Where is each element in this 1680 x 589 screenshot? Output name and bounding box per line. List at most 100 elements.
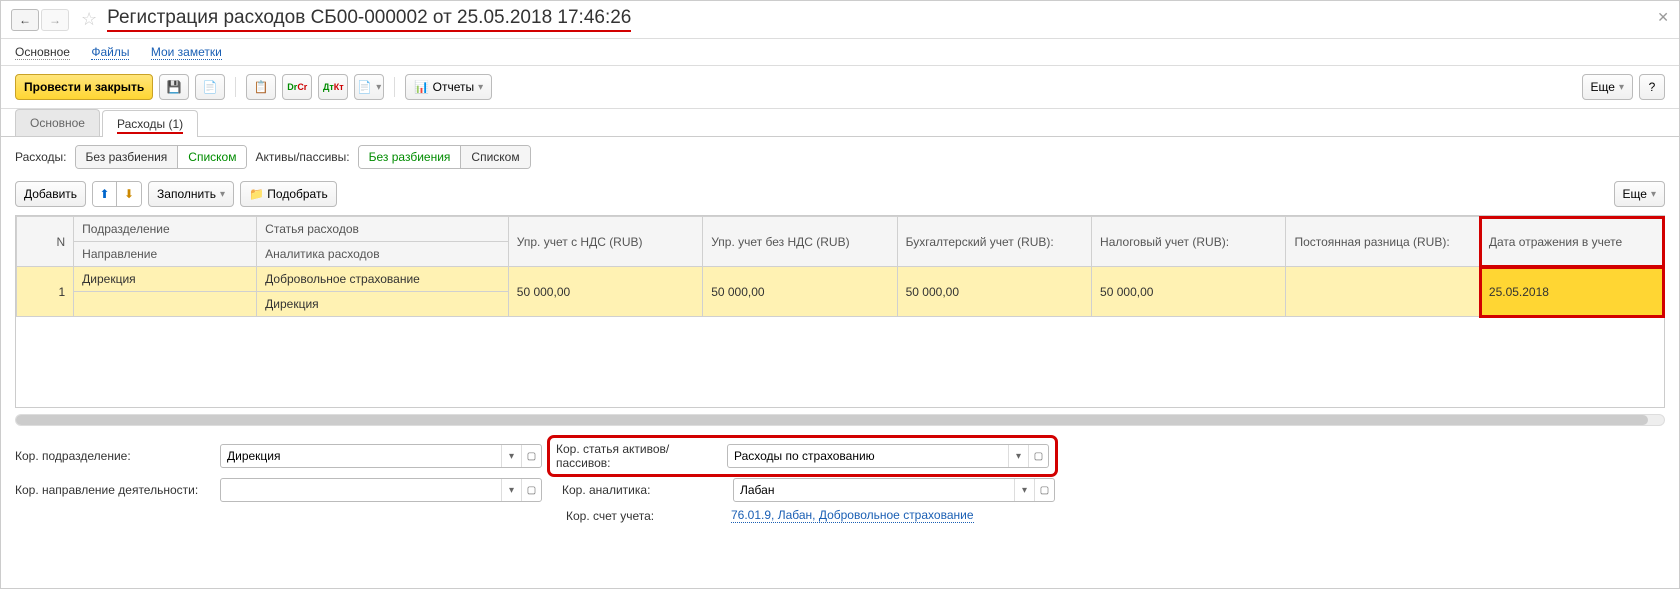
cell-n[interactable]: 1 [17,267,74,317]
col-department[interactable]: Подразделение [74,217,257,242]
report-icon [414,80,429,94]
post-button[interactable] [195,74,225,100]
favorite-star-icon[interactable]: ☆ [81,9,97,30]
structure-button[interactable] [246,74,276,100]
tabs: Основное Расходы (1) [1,109,1679,137]
cell-article[interactable]: Добровольное страхование [257,267,509,292]
pick-label: Подобрать [267,187,327,201]
header-bar: ← → ☆ Регистрация расходов СБ00-000002 о… [1,1,1679,39]
col-mgmt-novat[interactable]: Упр. учет без НДС (RUB) [703,217,897,267]
cell-date[interactable]: 25.05.2018 [1480,267,1663,317]
cell-diff[interactable] [1286,267,1480,317]
expenses-filter-label: Расходы: [15,150,67,164]
app-window: ← → ☆ Регистрация расходов СБ00-000002 о… [0,0,1680,589]
col-date[interactable]: Дата отражения в учете [1480,217,1663,267]
assets-filter-label: Активы/пассивы: [255,150,349,164]
move-down-button[interactable]: ⬇ [117,182,141,206]
save-icon [167,80,182,94]
col-analytics[interactable]: Аналитика расходов [257,242,509,267]
kor-art-input[interactable] [728,445,1008,467]
open-icon[interactable]: ▢ [1034,479,1054,501]
expenses-list-button[interactable]: Списком [178,146,246,168]
open-icon[interactable]: ▢ [521,445,541,467]
dropdown-icon[interactable]: ▾ [1008,445,1028,467]
cell-mgmt-vat[interactable]: 50 000,00 [508,267,702,317]
drcr-button[interactable]: DrCr [282,74,312,100]
col-n[interactable]: N [17,217,74,267]
kor-anal-input[interactable] [734,479,1014,501]
tab-main[interactable]: Основное [15,109,100,136]
separator [235,77,236,97]
kor-acc-link[interactable]: 76.01.9, Лабан, Добровольное страхование [731,508,974,523]
create-based-button[interactable]: 📄 [354,74,384,100]
cell-direction[interactable] [74,292,257,317]
col-direction[interactable]: Направление [74,242,257,267]
col-tax[interactable]: Налоговый учет (RUB): [1092,217,1286,267]
link-files[interactable]: Файлы [91,45,129,60]
drcr-icon: DrCr [287,82,307,92]
cell-tax[interactable]: 50 000,00 [1092,267,1286,317]
table-row[interactable]: 1 Дирекция Добровольное страхование 50 0… [17,267,1664,292]
col-mgmt-vat[interactable]: Упр. учет с НДС (RUB) [508,217,702,267]
section-links: Основное Файлы Мои заметки [1,39,1679,66]
kor-anal-label: Кор. аналитика: [562,483,727,497]
footer-form: Кор. подразделение: ▾ ▢ Кор. статья акти… [1,436,1679,539]
close-icon[interactable]: ✕ [1657,9,1669,26]
nav-back-button[interactable]: ← [11,9,39,31]
main-toolbar: Провести и закрыть DrCr ДтКт 📄 Отчеты Ещ… [1,66,1679,109]
create-icon: 📄 [357,80,372,94]
cell-analytics[interactable]: Дирекция [257,292,509,317]
kor-art-highlight: Кор. статья активов/пассивов: ▾ ▢ [552,440,1053,472]
cell-mgmt-novat[interactable]: 50 000,00 [703,267,897,317]
move-row-buttons: ⬆ ⬇ [92,181,142,207]
expenses-split-toggle: Без разбиения Списком [75,145,248,169]
link-main[interactable]: Основное [15,45,70,60]
kor-dep-input-group: ▾ ▢ [220,444,542,468]
expenses-no-split-button[interactable]: Без разбиения [76,146,179,168]
open-icon[interactable]: ▢ [1028,445,1048,467]
table-more-button[interactable]: Еще [1614,181,1665,207]
more-button[interactable]: Еще [1582,74,1633,100]
dropdown-icon[interactable]: ▾ [1014,479,1034,501]
kor-dir-input[interactable] [221,479,501,501]
nav-forward-button[interactable]: → [41,9,69,31]
post-and-close-button[interactable]: Провести и закрыть [15,74,153,100]
assets-split-toggle: Без разбиения Списком [358,145,531,169]
table-toolbar: Добавить ⬆ ⬇ Заполнить Подобрать Еще [1,177,1679,215]
table-empty-area [16,317,1664,407]
folder-icon [249,187,264,201]
kor-anal-input-group: ▾ ▢ [733,478,1055,502]
list-icon [254,80,269,94]
cell-department[interactable]: Дирекция [74,267,257,292]
filter-row: Расходы: Без разбиения Списком Активы/па… [1,137,1679,177]
assets-no-split-button[interactable]: Без разбиения [359,146,462,168]
reports-button[interactable]: Отчеты [405,74,492,100]
open-icon[interactable]: ▢ [521,479,541,501]
page-title: Регистрация расходов СБ00-000002 от 25.0… [107,7,631,32]
help-button[interactable]: ? [1639,74,1665,100]
cell-accounting[interactable]: 50 000,00 [897,267,1091,317]
col-accounting[interactable]: Бухгалтерский учет (RUB): [897,217,1091,267]
add-row-button[interactable]: Добавить [15,181,86,207]
reports-label: Отчеты [433,80,474,94]
col-article[interactable]: Статья расходов [257,217,509,242]
kor-dep-input[interactable] [221,445,501,467]
tab-expenses-label: Расходы (1) [117,117,183,134]
dtkt-button[interactable]: ДтКт [318,74,348,100]
save-button[interactable] [159,74,189,100]
kor-dir-label: Кор. направление деятельности: [15,483,210,497]
tab-expenses[interactable]: Расходы (1) [102,110,198,137]
document-check-icon [203,80,218,94]
dropdown-icon[interactable]: ▾ [501,445,521,467]
scrollbar-thumb[interactable] [16,415,1648,425]
fill-button[interactable]: Заполнить [148,181,234,207]
link-notes[interactable]: Мои заметки [151,45,222,60]
assets-list-button[interactable]: Списком [461,146,529,168]
kor-art-input-group: ▾ ▢ [727,444,1049,468]
pick-button[interactable]: Подобрать [240,181,337,207]
dropdown-icon[interactable]: ▾ [501,479,521,501]
col-diff[interactable]: Постоянная разница (RUB): [1286,217,1480,267]
horizontal-scrollbar[interactable] [15,414,1665,426]
move-up-button[interactable]: ⬆ [93,182,117,206]
dtkt-icon: ДтКт [323,82,344,92]
